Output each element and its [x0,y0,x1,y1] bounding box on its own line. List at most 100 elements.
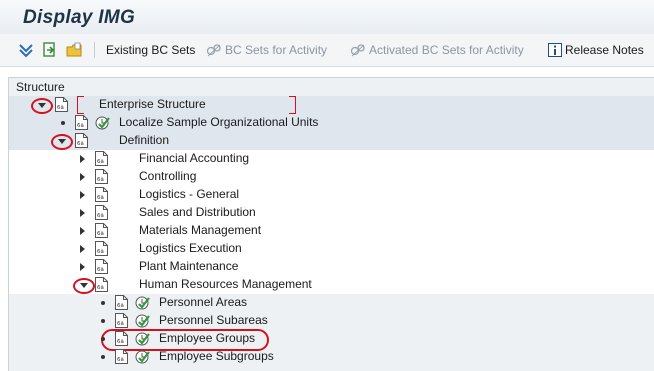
document-icon: 6ä [95,151,108,166]
expand-subtree-icon [18,42,34,58]
tree-node-label: Personnel Areas [159,295,248,309]
tree-node-personnel-areas[interactable]: 6ä Personnel Areas [9,294,654,312]
document-icon: 6ä [95,241,108,256]
clock-check-icon[interactable] [135,313,151,329]
tree-node-label: Enterprise Structure [99,97,206,111]
tree-node-label: Human Resources Management [139,277,312,291]
tree-node-materials-management[interactable]: 6ä Materials Management [9,222,654,240]
existing-bc-sets-button[interactable]: Existing BC Sets [106,34,195,66]
clock-check-icon[interactable] [135,331,151,347]
svg-text:6ä: 6ä [97,285,104,291]
leaf-bullet [99,330,107,348]
svg-text:6ä: 6ä [57,105,64,111]
tree-node-human-resources-management[interactable]: 6ä Human Resources Management [9,276,654,294]
bc-sets-for-activity-label: BC Sets for Activity [225,43,328,57]
structure-header-band: Structure [9,78,654,96]
leaf-bullet [99,312,107,330]
svg-text:6ä: 6ä [97,231,104,237]
tree-node-employee-groups[interactable]: 6ä Employee Groups [9,329,654,351]
svg-text:6ä: 6ä [117,321,124,327]
expanded-node-icon[interactable] [55,132,69,150]
bc-set-icon [206,43,222,57]
document-icon: 6ä [55,97,68,112]
tree-node-label: Sales and Distribution [139,205,256,219]
tree-node-controlling[interactable]: 6ä Controlling [9,168,654,186]
tree-node-sales-and-distribution[interactable]: 6ä Sales and Distribution [9,204,654,222]
collapsed-node-icon[interactable] [77,150,87,168]
tree-node-personnel-subareas[interactable]: 6ä Personnel Subareas [9,312,654,330]
svg-text:6ä: 6ä [97,159,104,165]
existing-bc-sets-label: Existing BC Sets [106,43,196,57]
collapsed-node-icon[interactable] [77,240,87,258]
tree-node-label: Logistics - General [139,187,240,201]
img-structure-tree: Structure 6ä Enterprise Structure 6ä Loc… [8,77,654,371]
tree-node-label: Employee Groups [159,331,256,345]
activated-bc-sets-label: Activated BC Sets for Activity [369,43,524,57]
leaf-bullet [59,114,67,132]
clock-check-icon[interactable] [135,349,151,365]
tree-node-plant-maintenance[interactable]: 6ä Plant Maintenance [9,258,654,276]
document-icon: 6ä [115,313,128,328]
tree-node-financial-accounting[interactable]: 6ä Financial Accounting [9,150,654,168]
svg-text:6ä: 6ä [77,141,84,147]
tree-node-enterprise-structure[interactable]: 6ä Enterprise Structure [9,96,654,114]
tree-node-label: Definition [119,133,170,147]
collapsed-node-icon[interactable] [77,222,87,240]
tree-node-label: Employee Subgroups [159,349,274,363]
leaf-bullet [99,348,107,366]
bc-sets-for-activity-button[interactable]: BC Sets for Activity [206,34,327,66]
tree-node-label: Plant Maintenance [139,259,239,273]
folder-notes-icon [66,42,82,58]
document-icon: 6ä [95,277,108,292]
info-icon [548,43,562,57]
tree-node-logistics-execution[interactable]: 6ä Logistics Execution [9,240,654,258]
document-icon: 6ä [115,331,128,346]
tree-node-label: Localize Sample Organizational Units [119,115,319,129]
toolbar-separator [94,42,95,58]
collapsed-node-icon[interactable] [77,168,87,186]
document-icon: 6ä [115,295,128,310]
document-icon: 6ä [115,349,128,364]
svg-text:6ä: 6ä [77,123,84,129]
collapsed-node-icon[interactable] [77,204,87,222]
svg-text:6ä: 6ä [117,357,124,363]
release-notes-button[interactable]: Release Notes [548,34,644,66]
focus-bracket-left [77,96,84,114]
svg-text:6ä: 6ä [97,213,104,219]
clock-check-icon[interactable] [135,295,151,311]
window-title: Display IMG [23,7,136,28]
where-used-button[interactable] [66,34,85,66]
document-icon: 6ä [75,133,88,148]
structure-header: Structure [16,80,65,94]
expanded-node-icon[interactable] [35,96,49,114]
find-button[interactable] [42,34,61,66]
tree-node-label: Financial Accounting [139,151,250,165]
clock-check-icon[interactable] [95,115,111,131]
document-icon: 6ä [95,169,108,184]
document-icon: 6ä [75,115,88,130]
tree-node-logistics-general[interactable]: 6ä Logistics - General [9,186,654,204]
find-icon [42,42,58,58]
release-notes-label: Release Notes [565,43,644,57]
activated-bc-sets-button[interactable]: Activated BC Sets for Activity [350,34,524,66]
document-icon: 6ä [95,205,108,220]
svg-text:6ä: 6ä [97,249,104,255]
svg-text:6ä: 6ä [117,303,124,309]
tree-node-label: Personnel Subareas [159,313,268,327]
document-icon: 6ä [95,259,108,274]
tree-node-label: Materials Management [139,223,262,237]
leaf-bullet [99,294,107,312]
tree-node-localize-sample[interactable]: 6ä Localize Sample Organizational Units [9,114,654,132]
tree-node-label: Controlling [139,169,197,183]
toolbar-gap [0,67,654,77]
collapsed-node-icon[interactable] [77,186,87,204]
tree-node-employee-subgroups[interactable]: 6ä Employee Subgroups [9,348,654,366]
svg-text:6ä: 6ä [117,339,124,345]
document-icon: 6ä [95,223,108,238]
svg-text:6ä: 6ä [97,195,104,201]
collapsed-node-icon[interactable] [77,258,87,276]
tree-node-definition[interactable]: 6ä Definition [9,132,654,150]
expand-subtree-button[interactable] [18,34,37,66]
focus-bracket-right [289,96,296,114]
expanded-node-icon[interactable] [77,276,91,294]
